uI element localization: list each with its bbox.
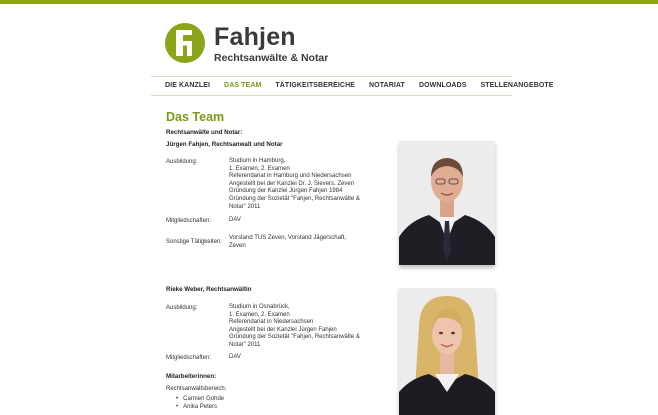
nav-item-downloads[interactable]: DOWNLOADS [419,77,467,95]
portrait-man-image [399,141,495,265]
list-item: Carmen Gohde [176,395,224,403]
page-title: Das Team [166,110,225,124]
photo-rieke-weber [399,288,495,415]
main-navigation: DIE KANZLEI DAS TEAM TÄTIGKEITSBEREICHE … [151,76,553,96]
brand-name: Fahjen [214,23,296,51]
nav-item-taetigkeitsbereiche[interactable]: TÄTIGKEITSBEREICHE [275,77,355,95]
staff-area-label: Rechtsanwaltsbereich: [166,386,227,392]
ausbildung-text: Studium in Hamburg, 1. Examen, 2. Examen… [229,158,360,210]
top-accent-bar [0,0,658,4]
person-name-weber: Rieke Weber, Rechtsanwältin [166,286,252,293]
mitgliedschaften-label-2: Mitgliedschaften: [166,355,212,361]
mitgliedschaften-label: Mitgliedschaften: [166,218,212,224]
logo-mark-icon [165,23,205,63]
nav-item-das-team[interactable]: DAS TEAM [224,77,261,95]
list-item: Anika Peters [176,403,224,411]
ausbildung-text-2: Studium in Osnabrück, 1. Examen, 2. Exam… [229,304,360,348]
nav-item-notariat[interactable]: NOTARIAT [369,77,405,95]
person-name-fahjen: Jürgen Fahjen, Rechtsanwalt und Notar [166,141,283,148]
portrait-woman-image [399,288,495,415]
mitgliedschaften-value-2: DAV [229,354,241,360]
sonstige-label: Sonstige Tätigkeiten: [166,239,222,245]
staff-list: Carmen Gohde Anika Peters [176,395,224,411]
mitgliedschaften-value: DAV [229,217,241,223]
section-heading-staff: Mitarbeiterinnen: [166,373,217,380]
site-logo[interactable]: Fahjen Rechtsanwälte & Notar [164,22,344,66]
ausbildung-label-2: Ausbildung: [166,305,198,311]
brand-subtitle: Rechtsanwälte & Notar [214,52,329,64]
ausbildung-label: Ausbildung: [166,159,198,165]
nav-item-stellenangebote[interactable]: STELLENANGEBOTE [481,77,554,95]
section-heading-lawyers: Rechtsanwälte und Notar: [166,129,243,136]
photo-juergen-fahjen [399,141,495,265]
sonstige-text: Vorstand TUS Zeven, Vorstand Jägerschaft… [229,235,346,249]
nav-item-die-kanzlei[interactable]: DIE KANZLEI [165,77,210,95]
